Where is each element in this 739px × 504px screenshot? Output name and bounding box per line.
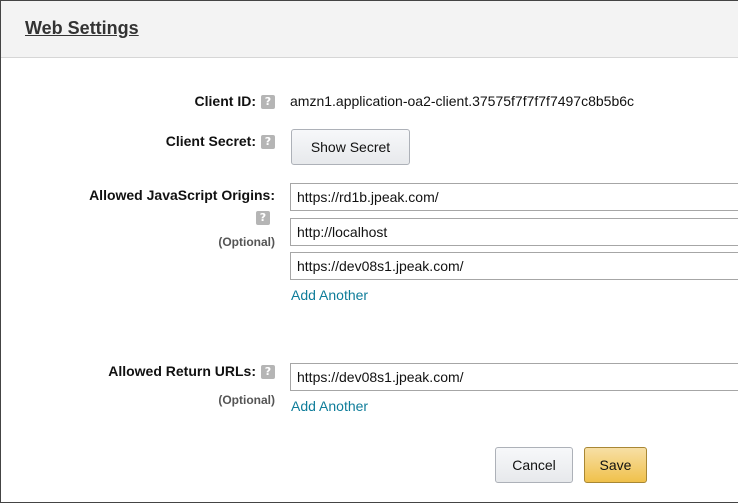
return-urls-optional-label: (Optional)	[218, 393, 275, 407]
js-origin-input-1[interactable]	[290, 183, 738, 211]
help-icon[interactable]: ?	[261, 95, 275, 110]
help-icon[interactable]: ?	[256, 211, 270, 226]
save-button[interactable]: Save	[584, 447, 647, 483]
client-id-label: Client ID:	[194, 93, 256, 109]
js-origin-input-3[interactable]	[290, 252, 738, 280]
client-secret-label-row: Client Secret:?	[165, 133, 275, 150]
cancel-button[interactable]: Cancel	[495, 447, 573, 483]
show-secret-button[interactable]: Show Secret	[291, 129, 410, 165]
js-origins-optional-label: (Optional)	[218, 235, 275, 249]
js-origins-label: Allowed JavaScript Origins:	[89, 187, 275, 203]
js-origins-help-row: ?	[251, 209, 270, 226]
return-urls-label: Allowed Return URLs:	[108, 363, 256, 379]
panel-header: Web Settings	[1, 1, 738, 58]
js-origin-input-2[interactable]	[290, 218, 738, 246]
client-id-value: amzn1.application-oa2-client.37575f7f7f7…	[290, 93, 635, 109]
js-origins-add-another-link[interactable]: Add Another	[291, 287, 368, 303]
help-icon[interactable]: ?	[261, 365, 275, 380]
return-urls-label-row: Allowed Return URLs:?	[108, 363, 275, 380]
help-icon[interactable]: ?	[261, 135, 275, 150]
client-id-label-row: Client ID:?	[194, 93, 275, 110]
panel-title: Web Settings	[25, 18, 139, 38]
return-urls-add-another-link[interactable]: Add Another	[291, 398, 368, 414]
client-secret-label: Client Secret:	[165, 133, 256, 149]
return-url-input-1[interactable]	[290, 363, 738, 391]
web-settings-panel: Web Settings Client ID:? amzn1.applicati…	[0, 0, 738, 503]
